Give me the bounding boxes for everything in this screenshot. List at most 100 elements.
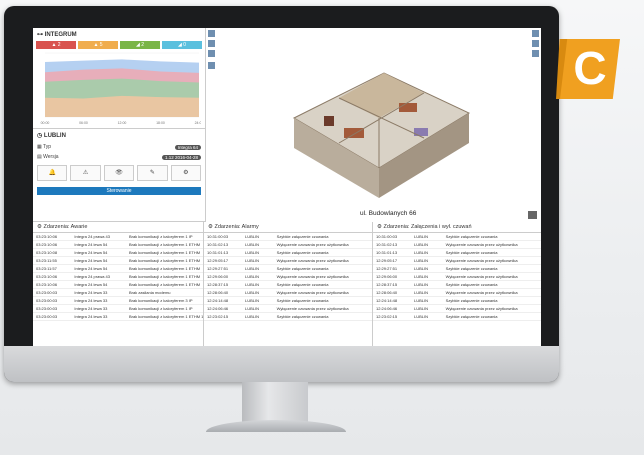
table-row[interactable]: 03:23:10:06 Integra 24 prawa 43 Brak komun… <box>33 233 203 241</box>
settings-small-icon[interactable] <box>532 50 539 57</box>
table-row[interactable]: 03:23:11:55 Integra 24 lewa 54 Brak komuni… <box>33 257 203 265</box>
table-cell: LUBLIN <box>413 282 428 287</box>
table-row[interactable]: 10:31:00:03 LUBLIN Szybkie załączenie czuw… <box>204 233 372 241</box>
table-cell: LUBLIN <box>244 274 259 279</box>
table-cell: Integra 24 lewa 54 <box>74 250 108 255</box>
table-cell: LUBLIN <box>244 298 259 303</box>
table-cell: Wyłączenie czuwania przez użytkownika <box>276 290 349 295</box>
x-tick-label: 12:00 <box>118 121 127 125</box>
expand-icon[interactable] <box>532 30 539 37</box>
x-tick-label: 00:00 <box>41 121 50 125</box>
table-row[interactable]: 03:23:10:06 Integra 24 lewa 54 Brak komuni… <box>33 241 203 249</box>
table-cell: Integra 24 prawa 43 <box>74 234 111 239</box>
image-icon[interactable] <box>528 211 537 219</box>
wrench-icon[interactable]: ✎ <box>137 165 168 181</box>
table-row[interactable]: 03:23:11:57 Integra 24 lewa 54 Brak komuni… <box>33 265 203 273</box>
table-row[interactable]: 12:29:06:00 LUBLIN Wyłączenie czuwania prz… <box>373 273 541 281</box>
table-row[interactable]: 12:23:02:15 LUBLIN Szybkie załączenie czuw… <box>204 313 372 321</box>
table-cell: 12:23:02:15 <box>207 314 229 319</box>
table-cell: Brak komunikacji z kaloryferem 1 IP <box>128 306 193 311</box>
table-cell: Wyłączenie czuwania przez użytkownika <box>276 306 349 311</box>
x-tick-label: 24:00 <box>195 121 201 125</box>
table-cell: 10:31:02:13 <box>207 242 229 247</box>
info-row-version: ▤ Wersja 1.12 2016-04-28 <box>33 152 205 162</box>
table-cell: Brak komunikacji z kaloryferem 1 ETHM <box>128 274 201 279</box>
status-tile-red[interactable]: ▲ 2 <box>36 41 76 49</box>
table-cell: Wyłączenie czuwania przez użytkownika <box>445 242 518 247</box>
lublin-panel: ◷ LUBLIN ▦ Typ Integra 64 ▤ Wersja 1.12 … <box>33 129 206 222</box>
table-cell: 12:28:37:15 <box>376 282 398 287</box>
layers-icon[interactable] <box>208 30 215 37</box>
table-row[interactable]: 10:31:02:13 LUBLIN Wyłączenie czuwania prz… <box>204 241 372 249</box>
table-cell: LUBLIN <box>413 298 428 303</box>
screen: ⊶ INTEGRUM ▲ 2 ▲ 5 ◢ 2 ◢ 0 00:00 06:00 12:… <box>33 28 541 353</box>
table-row[interactable]: 12:28:06:40 LUBLIN Wyłączenie czuwania prz… <box>204 289 372 297</box>
table-row[interactable]: 12:23:02:15 LUBLIN Szybkie załączenie czuw… <box>373 313 541 321</box>
settings-icon[interactable]: ⚙ <box>170 165 202 181</box>
table-cell: 12:29:27:51 <box>376 266 398 271</box>
table-row[interactable]: 12:29:06:00 LUBLIN Wyłączenie czuwania prz… <box>204 273 372 281</box>
table-row[interactable]: 03:23:10:06 Integra 24 lewa 54 Brak komuni… <box>33 281 203 289</box>
table-cell: 03:23:10:08 <box>36 250 58 255</box>
table-cell: Szybkie załączenie czuwania <box>276 314 329 319</box>
info-row-type: ▦ Typ Integra 64 <box>33 142 205 152</box>
table-row[interactable]: 10:31:02:13 LUBLIN Wyłączenie czuwania prz… <box>373 241 541 249</box>
zoom-out-icon[interactable] <box>208 50 215 57</box>
table-cell: 10:31:00:03 <box>376 234 398 239</box>
table-cell: Wyłączenie czuwania przez użytkownika <box>276 274 349 279</box>
eye-icon[interactable]: 👁 <box>103 165 135 181</box>
table-row[interactable]: 12:29:27:51 LUBLIN Szybkie załączenie czuw… <box>373 265 541 273</box>
table-row[interactable]: 12:29:05:17 LUBLIN Wyłączenie czuwania prz… <box>373 257 541 265</box>
table-cell: Brak komunikacji z kaloryferem 1 ETHM <box>128 258 201 263</box>
table-row[interactable]: 12:29:27:51 LUBLIN Szybkie załączenie czuw… <box>204 265 372 273</box>
table-cell: LUBLIN <box>413 234 428 239</box>
menu-icon[interactable]: ⊶ <box>37 32 45 38</box>
warning-icon[interactable]: ⚠ <box>70 165 101 181</box>
table-cell: LUBLIN <box>413 242 428 247</box>
table-row[interactable]: 12:28:06:40 LUBLIN Wyłączenie czuwania prz… <box>373 289 541 297</box>
table-cell: LUBLIN <box>413 266 428 271</box>
table-row[interactable]: 12:24:06:46 LUBLIN Wyłączenie czuwania prz… <box>204 305 372 313</box>
table-row[interactable]: 10:31:01:13 LUBLIN Szybkie załączenie czuw… <box>204 249 372 257</box>
target-icon[interactable] <box>208 62 215 69</box>
fullscreen-icon[interactable] <box>532 40 539 47</box>
table-row[interactable]: 10:31:00:03 LUBLIN Szybkie załączenie czuw… <box>373 233 541 241</box>
table-cell: Integra 24 lewa 54 <box>74 242 108 247</box>
table-row[interactable]: 12:28:37:15 LUBLIN Szybkie załączenie czuw… <box>373 281 541 289</box>
table-cell: 12:24:06:46 <box>376 306 398 311</box>
table-cell: 12:24:14:48 <box>376 298 398 303</box>
table-cell: 10:31:02:13 <box>376 242 398 247</box>
table-cell: LUBLIN <box>244 290 259 295</box>
table-cell: LUBLIN <box>244 258 259 263</box>
table-row[interactable]: 12:28:37:15 LUBLIN Szybkie załączenie czuw… <box>204 281 372 289</box>
table-row[interactable]: 03:23:00:03 Integra 24 lewa 33 Brak komuni… <box>33 297 203 305</box>
control-button[interactable]: Sterowanie <box>37 187 201 195</box>
table-row[interactable]: 10:31:01:13 LUBLIN Szybkie załączenie czuw… <box>373 249 541 257</box>
table-cell: Wyłączenie czuwania przez użytkownika <box>445 306 518 311</box>
table-cell: Integra 24 lewa 33 <box>74 290 108 295</box>
table-row[interactable]: 12:24:14:48 LUBLIN Szybkie załączenie czuw… <box>204 297 372 305</box>
table-row[interactable]: 03:23:00:03 Integra 24 lewa 33 Brak komuni… <box>33 305 203 313</box>
table-row[interactable]: 12:24:06:46 LUBLIN Wyłączenie czuwania prz… <box>373 305 541 313</box>
status-tiles: ▲ 2 ▲ 5 ◢ 2 ◢ 0 <box>33 41 205 49</box>
status-tile-green[interactable]: ◢ 2 <box>120 41 160 49</box>
table-row[interactable]: 03:23:10:08 Integra 24 lewa 54 Brak komuni… <box>33 249 203 257</box>
status-tile-orange[interactable]: ▲ 5 <box>78 41 118 49</box>
table-cell: 12:28:06:40 <box>376 290 398 295</box>
table-row[interactable]: 03:23:00:03 Integra 24 lewa 33 Brak zasila… <box>33 289 203 297</box>
status-tile-blue[interactable]: ◢ 0 <box>162 41 202 49</box>
table-cell: Szybkie załączenie czuwania <box>276 266 329 271</box>
bell-icon[interactable]: 🔔 <box>37 165 68 181</box>
zoom-in-icon[interactable] <box>208 40 215 47</box>
table-cell: 12:24:14:48 <box>207 298 229 303</box>
type-value: Integra 64 <box>174 144 201 150</box>
table-cell: Szybkie załączenie czuwania <box>445 314 498 319</box>
table-row[interactable]: 12:24:14:48 LUBLIN Szybkie załączenie czuw… <box>373 297 541 305</box>
table-cell: LUBLIN <box>413 250 428 255</box>
table-cell: 12:28:37:15 <box>207 282 229 287</box>
table-row[interactable]: 03:23:00:03 Integra 24 lewa 33 Brak komuni… <box>33 313 203 321</box>
lublin-title: LUBLIN <box>43 133 66 139</box>
building-3d-plan[interactable] <box>284 58 474 203</box>
table-row[interactable]: 03:23:10:06 Integra 24 prawa 43 Brak komun… <box>33 273 203 281</box>
table-row[interactable]: 12:29:05:17 LUBLIN Wyłączenie czuwania prz… <box>204 257 372 265</box>
